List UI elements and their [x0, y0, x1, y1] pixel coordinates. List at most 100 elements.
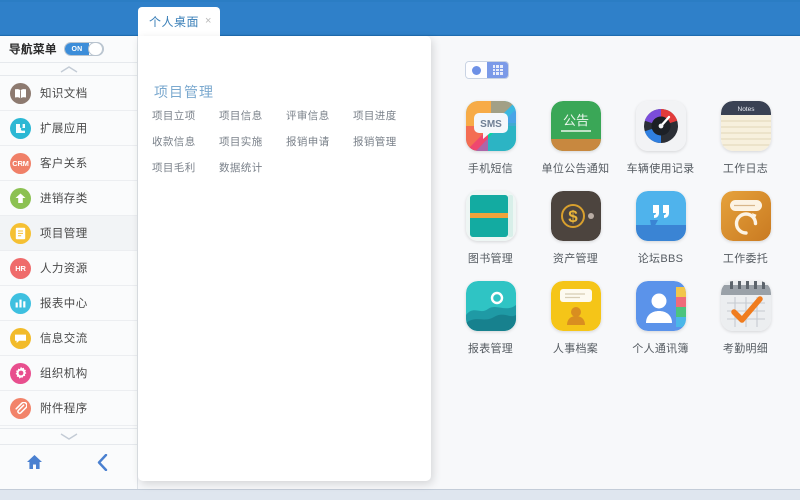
crm-icon: CRM — [10, 152, 31, 174]
sidebar-item-3[interactable]: CRM 客户关系 — [0, 146, 137, 181]
home-icon — [26, 455, 42, 469]
app-shortcut-label: 车辆使用记录 — [626, 163, 695, 175]
view-mode-grid[interactable] — [487, 62, 508, 78]
books-icon — [465, 191, 516, 241]
sidebar-nav-list: 知识文档扩展应用 CRM 客户关系进销存类项目管理 HR 人力资源报表中心信息交流组织机… — [0, 76, 137, 428]
app-shortcut-label: 工作日志 — [722, 163, 769, 175]
book-icon — [10, 82, 31, 104]
toggle-knob — [88, 42, 103, 56]
app-shortcut-8[interactable]: 工作委托 — [703, 191, 788, 281]
toggle-track: ON — [65, 43, 89, 55]
svg-text:Notes: Notes — [737, 106, 755, 113]
sidebar-item-label: 项目管理 — [40, 228, 88, 240]
contacts-icon — [635, 281, 686, 331]
sidebar-item-4[interactable]: 进销存类 — [0, 181, 137, 216]
nav-menu-label: 导航菜单 — [9, 44, 57, 56]
app-shortcut-label: 图书管理 — [467, 253, 514, 265]
sidebar-item-label: 客户关系 — [40, 158, 88, 170]
home-button[interactable] — [0, 454, 69, 470]
dropdown-link-8[interactable]: 报销管理 — [353, 134, 420, 149]
vehicle-icon — [635, 101, 686, 151]
personnel-icon — [550, 281, 601, 331]
dropdown-link-3[interactable]: 评审信息 — [286, 108, 353, 123]
sidebar-item-10[interactable]: 附件程序 — [0, 391, 137, 426]
sms-icon: SMS — [465, 101, 516, 151]
app-shortcut-label: 手机短信 — [467, 163, 514, 175]
sidebar-item-7[interactable]: 报表中心 — [0, 286, 137, 321]
sidebar-item-2[interactable]: 扩展应用 — [0, 111, 137, 146]
app-shortcut-10[interactable]: 人事档案 — [533, 281, 618, 371]
dropdown-link-7[interactable]: 报销申请 — [286, 134, 353, 149]
scroll-down-arrow[interactable] — [0, 428, 137, 445]
sidebar-item-label: 信息交流 — [40, 333, 88, 345]
dropdown-link-9[interactable]: 项目毛利 — [152, 160, 219, 175]
app-shortcut-label: 报表管理 — [467, 343, 514, 355]
title-bar-fill — [0, 2, 800, 34]
app-shortcut-5[interactable]: 图书管理 — [448, 191, 533, 281]
chevron-down-icon — [60, 433, 77, 440]
scroll-up-arrow[interactable] — [0, 63, 137, 76]
app-row: SMS 手机短信 公告 单位公告通知 车辆使用记录 Notes 工作日志 — [448, 101, 788, 191]
forum-icon — [635, 191, 686, 241]
app-shortcut-3[interactable]: 车辆使用记录 — [618, 101, 703, 191]
app-shortcut-label: 个人通讯簿 — [632, 343, 689, 355]
sidebar-item-1[interactable]: 知识文档 — [0, 76, 137, 111]
project-icon — [10, 222, 31, 244]
app-shortcut-4[interactable]: Notes 工作日志 — [703, 101, 788, 191]
dropdown-link-4[interactable]: 项目进度 — [353, 108, 420, 123]
hr-icon: HR — [10, 257, 31, 279]
dropdown-link-1[interactable]: 项目立项 — [152, 108, 219, 123]
clip-icon — [10, 397, 31, 419]
app-row: 报表管理 人事档案 个人通讯簿 考勤明细 — [448, 281, 788, 371]
sidebar-item-label: 知识文档 — [40, 88, 88, 100]
app-shortcut-label: 考勤明细 — [722, 343, 769, 355]
dropdown-link-2[interactable]: 项目信息 — [219, 108, 286, 123]
nav-menu-header: 导航菜单 ON — [0, 36, 137, 63]
attendance-icon — [720, 281, 771, 331]
chart-icon — [10, 292, 31, 314]
collapse-button[interactable] — [69, 453, 138, 471]
tab-personal-desktop[interactable]: 个人桌面 × — [138, 7, 221, 36]
sidebar-item-8[interactable]: 信息交流 — [0, 321, 137, 356]
delegate-icon — [720, 191, 771, 241]
application-window: 个人桌面 × 导航菜单 ON 知识文档扩展应用 CRM 客户关系进销存类项目管理 HR… — [0, 0, 800, 500]
title-bar — [0, 0, 800, 36]
app-shortcut-6[interactable]: $ 资产管理 — [533, 191, 618, 281]
svg-text:$: $ — [568, 207, 578, 226]
project-management-dropdown-panel: 项目管理 项目立项 项目信息 评审信息 项目进度 收款信息 项目实施 报销申请 报销管理 项目毛… — [138, 36, 431, 481]
dropdown-link-6[interactable]: 项目实施 — [219, 134, 286, 149]
gear-icon — [10, 362, 31, 384]
app-shortcut-12[interactable]: 考勤明细 — [703, 281, 788, 371]
close-icon[interactable]: × — [205, 16, 211, 27]
view-mode-toggle[interactable] — [465, 61, 509, 79]
sidebar-item-label: 人力资源 — [40, 263, 88, 275]
sidebar-footer — [0, 445, 137, 479]
sidebar-item-label: 进销存类 — [40, 193, 88, 205]
asset-icon: $ — [550, 191, 601, 241]
app-shortcut-2[interactable]: 公告 单位公告通知 — [533, 101, 618, 191]
svg-text:SMS: SMS — [480, 119, 502, 130]
svg-text:公告: 公告 — [562, 113, 588, 128]
tab-label: 个人桌面 — [149, 15, 200, 29]
dropdown-link-grid: 项目立项 项目信息 评审信息 项目进度收款信息 项目实施 报销申请 报销管理项目毛利 数据统计 — [152, 108, 420, 175]
sidebar-item-label: 报表中心 — [40, 298, 88, 310]
sidebar-item-5[interactable]: 项目管理 — [0, 216, 137, 251]
app-shortcut-1[interactable]: SMS 手机短信 — [448, 101, 533, 191]
app-shortcut-7[interactable]: 论坛BBS — [618, 191, 703, 281]
dropdown-link-10[interactable]: 数据统计 — [219, 160, 286, 175]
message-icon — [10, 327, 31, 349]
notice-icon: 公告 — [550, 101, 601, 151]
sidebar-item-9[interactable]: 组织机构 — [0, 356, 137, 391]
sidebar-item-6[interactable]: HR 人力资源 — [0, 251, 137, 286]
app-shortcut-label: 工作委托 — [722, 253, 769, 265]
puzzle-icon — [10, 117, 31, 139]
dropdown-link-5[interactable]: 收款信息 — [152, 134, 219, 149]
inventory-icon — [10, 187, 31, 209]
view-mode-list[interactable] — [466, 62, 487, 78]
app-shortcut-11[interactable]: 个人通讯簿 — [618, 281, 703, 371]
report-icon — [465, 281, 516, 331]
app-shortcut-9[interactable]: 报表管理 — [448, 281, 533, 371]
taskbar-strip — [0, 489, 800, 500]
nav-menu-toggle[interactable]: ON — [64, 42, 104, 56]
app-shortcut-label: 资产管理 — [552, 253, 599, 265]
